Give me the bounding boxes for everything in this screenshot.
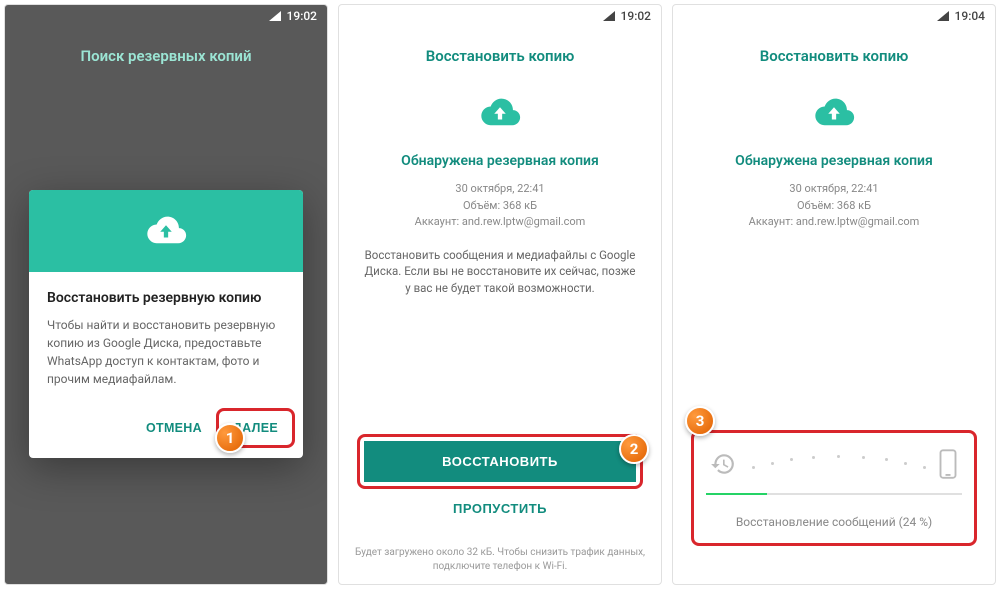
cloud-upload-icon	[143, 213, 189, 249]
highlight-box-2: ВОССТАНОВИТЬ	[357, 434, 643, 489]
status-time: 19:04	[955, 9, 985, 23]
dialog-title: Восстановить резервную копию	[47, 290, 285, 306]
page-title: Восстановить копию	[673, 27, 995, 85]
progress-section: Восстановление сообщений (24 %)	[691, 420, 977, 558]
status-icons	[937, 11, 949, 21]
highlight-box-3: Восстановление сообщений (24 %)	[691, 430, 977, 546]
backup-account: Аккаунт: and.rew.lptw@gmail.com	[415, 214, 586, 231]
history-icon	[710, 451, 736, 477]
step-badge-2: 2	[619, 434, 649, 464]
status-icons	[269, 11, 281, 21]
backup-date: 30 октября, 22:41	[455, 181, 544, 198]
transfer-graphic	[706, 441, 962, 493]
status-time: 19:02	[287, 9, 317, 23]
dialog-header	[29, 190, 303, 272]
screen-3-restoring: 19:04 Восстановить копию Обнаружена резе…	[672, 4, 996, 585]
page-title: Восстановить копию	[339, 27, 661, 85]
footer-note: Будет загружено около 32 кБ. Чтобы снизи…	[339, 540, 661, 584]
cloud-icon-wrap	[477, 95, 523, 135]
dialog-text: Чтобы найти и восстановить резервную коп…	[47, 316, 285, 388]
restore-description: Восстановить сообщения и медиафайлы с Go…	[357, 247, 643, 297]
progress-fill	[706, 493, 767, 495]
status-time: 19:02	[621, 9, 651, 23]
step-badge-3: 3	[685, 406, 715, 436]
bottom-actions: ВОССТАНОВИТЬ ПРОПУСТИТЬ	[357, 424, 643, 540]
phone-icon	[938, 449, 958, 479]
content: Обнаружена резервная копия 30 октября, 2…	[339, 85, 661, 540]
progress-bar	[706, 493, 962, 495]
signal-icon	[937, 11, 949, 21]
progress-text: Восстановление сообщений (24 %)	[706, 515, 962, 535]
restore-permission-dialog: Восстановить резервную копию Чтобы найти…	[29, 190, 303, 458]
transfer-dots	[742, 452, 932, 476]
screen-1-search-backup: 19:02 Поиск резервных копий Восстановить…	[4, 4, 328, 585]
backup-account: Аккаунт: and.rew.lptw@gmail.com	[749, 214, 920, 231]
step-badge-1: 1	[215, 423, 245, 453]
status-icons	[603, 11, 615, 21]
status-bar: 19:04	[673, 5, 995, 27]
cloud-icon-wrap	[811, 95, 857, 135]
backup-size: Объём: 368 кБ	[463, 198, 537, 215]
cloud-upload-icon	[477, 95, 523, 131]
backup-size: Объём: 368 кБ	[797, 198, 871, 215]
signal-icon	[603, 11, 615, 21]
backup-found-title: Обнаружена резервная копия	[735, 153, 933, 169]
backup-date: 30 октября, 22:41	[789, 181, 878, 198]
cloud-upload-icon	[811, 95, 857, 131]
page-title: Поиск резервных копий	[5, 27, 327, 85]
content: Обнаружена резервная копия 30 октября, 2…	[673, 85, 995, 558]
dialog-body: Восстановить резервную копию Чтобы найти…	[29, 272, 303, 402]
skip-button[interactable]: ПРОПУСТИТЬ	[357, 489, 643, 528]
signal-icon	[269, 11, 281, 21]
status-bar: 19:02	[5, 5, 327, 27]
restore-button[interactable]: ВОССТАНОВИТЬ	[364, 441, 636, 482]
status-bar: 19:02	[339, 5, 661, 27]
screen-2-backup-found: 19:02 Восстановить копию Обнаружена резе…	[338, 4, 662, 585]
cancel-button[interactable]: ОТМЕНА	[134, 408, 214, 448]
dialog-actions: ОТМЕНА ДАЛЕЕ	[29, 402, 303, 458]
backup-found-title: Обнаружена резервная копия	[401, 153, 599, 169]
